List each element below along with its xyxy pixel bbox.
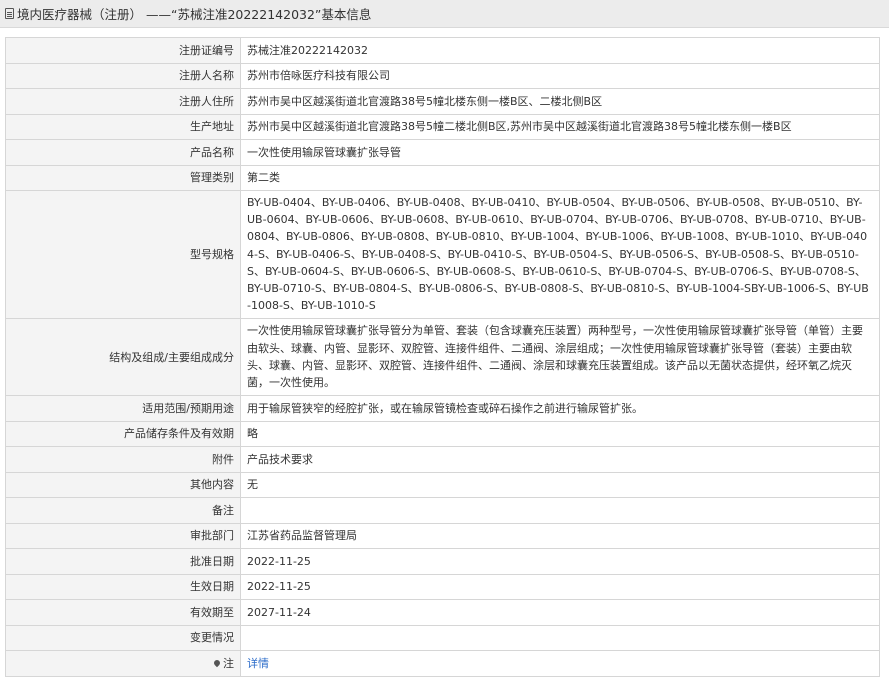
field-value: 略: [240, 420, 880, 448]
table-row: 适用范围/预期用途 用于输尿管狭窄的经腔扩张，或在输尿管镜检查或碎石操作之前进行…: [5, 395, 880, 422]
field-value: 苏州市倍咏医疗科技有限公司: [240, 62, 880, 89]
field-label: 生效日期: [5, 573, 241, 601]
field-value: 2022-11-25: [240, 548, 880, 575]
field-value: [240, 497, 880, 524]
field-label: 有效期至: [5, 599, 241, 626]
field-label: 注册人住所: [5, 88, 241, 115]
field-value: BY-UB-0404、BY-UB-0406、BY-UB-0408、BY-UB-0…: [240, 189, 880, 320]
field-label: 结构及组成/主要组成成分: [5, 318, 241, 397]
table-row: 有效期至 2027-11-24: [5, 599, 880, 626]
table-row: 注册人住所 苏州市吴中区越溪街道北官渡路38号5幢北楼东侧一楼B区、二楼北侧B区: [5, 88, 880, 115]
field-label: 注册证编号: [5, 37, 241, 64]
info-table-container: 注册证编号 苏械注准20222142032 注册人名称 苏州市倍咏医疗科技有限公…: [5, 37, 880, 677]
field-value: 一次性使用输尿管球囊扩张导管分为单管、套装（包含球囊充压装置）两种型号，一次性使…: [240, 318, 880, 397]
table-row: 变更情况: [5, 624, 880, 652]
note-label-cell: 注: [5, 650, 241, 677]
note-value-cell: 详情: [240, 650, 880, 677]
info-table: 注册证编号 苏械注准20222142032 注册人名称 苏州市倍咏医疗科技有限公…: [5, 37, 880, 677]
field-value: 第二类: [240, 164, 880, 191]
field-value: 苏械注准20222142032: [240, 37, 880, 64]
page-title: 境内医疗器械（注册） ——“苏械注准20222142032”基本信息: [17, 7, 372, 22]
field-value: 无: [240, 471, 880, 499]
field-label: 注册人名称: [5, 62, 241, 89]
field-value: 产品技术要求: [240, 446, 880, 473]
table-row: 注册证编号 苏械注准20222142032: [5, 37, 880, 64]
field-value: 苏州市吴中区越溪街道北官渡路38号5幢二楼北侧B区,苏州市吴中区越溪街道北官渡路…: [240, 113, 880, 140]
field-label: 备注: [5, 497, 241, 524]
table-row: 型号规格 BY-UB-0404、BY-UB-0406、BY-UB-0408、BY…: [5, 189, 880, 320]
table-row: 产品名称 一次性使用输尿管球囊扩张导管: [5, 139, 880, 166]
details-link[interactable]: 详情: [247, 657, 269, 670]
field-label: 其他内容: [5, 471, 241, 499]
table-row: 生产地址 苏州市吴中区越溪街道北官渡路38号5幢二楼北侧B区,苏州市吴中区越溪街…: [5, 113, 880, 140]
pin-icon: [212, 658, 222, 668]
field-value: 2027-11-24: [240, 599, 880, 626]
field-value: 江苏省药品监督管理局: [240, 522, 880, 550]
table-row: 结构及组成/主要组成成分 一次性使用输尿管球囊扩张导管分为单管、套装（包含球囊充…: [5, 318, 880, 397]
field-value: 一次性使用输尿管球囊扩张导管: [240, 139, 880, 166]
page-header: 境内医疗器械（注册） ——“苏械注准20222142032”基本信息: [0, 0, 889, 28]
field-label: 生产地址: [5, 113, 241, 140]
field-label: 适用范围/预期用途: [5, 395, 241, 422]
table-row: 生效日期 2022-11-25: [5, 573, 880, 601]
field-label: 产品名称: [5, 139, 241, 166]
table-row: 备注: [5, 497, 880, 524]
field-value: 苏州市吴中区越溪街道北官渡路38号5幢北楼东侧一楼B区、二楼北侧B区: [240, 88, 880, 115]
field-value: 用于输尿管狭窄的经腔扩张，或在输尿管镜检查或碎石操作之前进行输尿管扩张。: [240, 395, 880, 422]
field-label: 产品储存条件及有效期: [5, 420, 241, 448]
table-row: 注册人名称 苏州市倍咏医疗科技有限公司: [5, 62, 880, 89]
table-row: 附件 产品技术要求: [5, 446, 880, 473]
note-label: 注: [223, 656, 234, 670]
field-label: 管理类别: [5, 164, 241, 191]
field-label: 附件: [5, 446, 241, 473]
field-label: 型号规格: [5, 189, 241, 320]
field-value: [240, 624, 880, 652]
table-row: 产品储存条件及有效期 略: [5, 420, 880, 448]
document-icon: [5, 8, 14, 19]
table-row: 管理类别 第二类: [5, 164, 880, 191]
field-value: 2022-11-25: [240, 573, 880, 601]
table-row: 审批部门 江苏省药品监督管理局: [5, 522, 880, 550]
table-row: 其他内容 无: [5, 471, 880, 499]
table-row: 批准日期 2022-11-25: [5, 548, 880, 575]
field-label: 批准日期: [5, 548, 241, 575]
field-label: 审批部门: [5, 522, 241, 550]
note-row: 注 详情: [5, 650, 880, 677]
field-label: 变更情况: [5, 624, 241, 652]
